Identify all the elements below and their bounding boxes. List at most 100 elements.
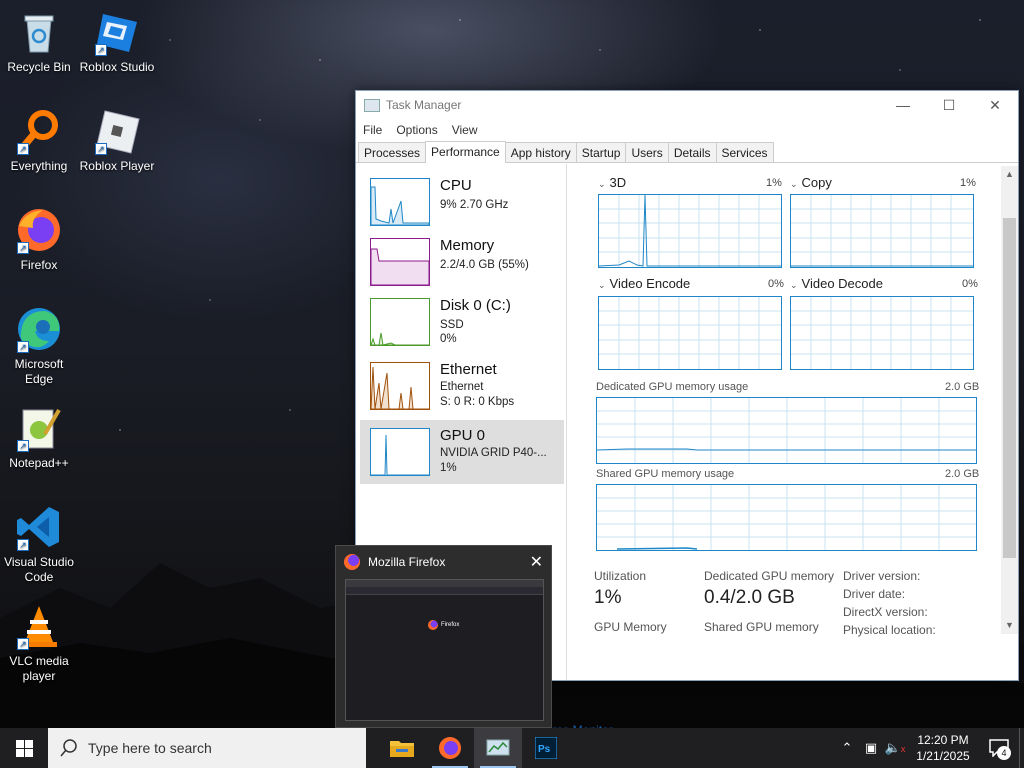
search-icon	[60, 739, 77, 757]
network-icon[interactable]: ▣	[859, 740, 883, 756]
vertical-scrollbar[interactable]: ▲ ▼	[1001, 166, 1018, 634]
menu-options[interactable]: Options	[396, 123, 437, 137]
dedicated-gpu-memory-value: 0.4/2.0 GB	[704, 587, 795, 608]
desktop-icon-label: Visual Studio Code	[4, 555, 74, 584]
tab-users[interactable]: Users	[625, 142, 669, 162]
search-placeholder: Type here to search	[88, 740, 212, 756]
resource-detail: S: 0 R: 0 Kbps	[440, 396, 515, 408]
tab-processes[interactable]: Processes	[358, 142, 427, 162]
preview-page-logo: Firefox	[428, 620, 459, 630]
menu-view[interactable]: View	[452, 123, 478, 137]
window-title: Task Manager	[386, 98, 462, 112]
tab-performance[interactable]: Performance	[425, 141, 506, 163]
engine-copy-graph	[790, 194, 974, 268]
preview-page-text: Firefox	[441, 622, 460, 628]
shared-memory-max: 2.0 GB	[945, 468, 980, 480]
desktop-icon-label: Microsoft Edge	[14, 357, 64, 386]
firefox-icon	[428, 620, 438, 630]
volume-muted-icon[interactable]: 🔈x	[883, 740, 907, 756]
recycle-bin-icon	[15, 8, 63, 56]
engine-3d-percent: 1%	[766, 177, 782, 189]
cpu-thumbnail-graph	[370, 178, 430, 226]
engine-video-encode-percent: 0%	[768, 278, 784, 290]
desktop-icon-vlc[interactable]: ↗ VLC media player	[1, 602, 77, 684]
close-preview-icon[interactable]: ✕	[530, 552, 543, 572]
desktop-icon-edge[interactable]: ↗ Microsoft Edge	[1, 305, 77, 387]
task-manager-icon	[364, 98, 380, 112]
physical-location-label: Physical location:	[843, 623, 936, 637]
ethernet-thumbnail-graph	[370, 362, 430, 410]
resource-item-disk[interactable]: Disk 0 (C:) SSD 0%	[360, 290, 564, 354]
clock-time: 12:20 PM	[917, 733, 969, 747]
resource-detail: 1%	[440, 462, 457, 474]
vlc-icon: ↗	[15, 602, 63, 650]
tab-services[interactable]: Services	[715, 142, 774, 162]
taskbar-photoshop[interactable]: Ps	[522, 728, 570, 768]
disk-thumbnail-graph	[370, 298, 430, 346]
engine-3d-dropdown[interactable]: ⌄ 3D	[598, 175, 626, 190]
notification-count-badge: 4	[997, 746, 1011, 760]
title-bar[interactable]: Task Manager — ☐ ✕	[356, 91, 1018, 119]
shortcut-arrow-icon: ↗	[17, 143, 29, 155]
task-manager-icon	[486, 739, 510, 756]
desktop-icon-label: Roblox Studio	[79, 60, 155, 74]
tab-startup[interactable]: Startup	[575, 142, 627, 162]
resource-item-gpu[interactable]: GPU 0 NVIDIA GRID P40-... 1%	[360, 420, 564, 484]
action-center-button[interactable]: 4	[979, 728, 1019, 768]
tab-details[interactable]: Details	[667, 142, 717, 162]
maximize-button[interactable]: ☐	[926, 91, 972, 119]
engine-copy-dropdown[interactable]: ⌄ Copy	[790, 175, 832, 190]
resource-name: Ethernet	[440, 361, 497, 378]
close-button[interactable]: ✕	[972, 91, 1018, 119]
utilization-label: Utilization	[594, 569, 647, 583]
taskbar-search-box[interactable]: Type here to search	[48, 728, 366, 768]
desktop-icon-everything[interactable]: ↗ Everything	[1, 107, 77, 174]
show-hidden-icons-chevron-icon[interactable]: ⌃	[835, 740, 859, 756]
taskbar-file-explorer[interactable]	[378, 728, 426, 768]
desktop-icon-notepadpp[interactable]: ↗ Notepad++	[1, 404, 77, 471]
desktop-icon-roblox-studio[interactable]: ↗ Roblox Studio	[79, 8, 155, 75]
shortcut-arrow-icon: ↗	[17, 638, 29, 650]
svg-text:Ps: Ps	[538, 744, 551, 755]
resource-name: Disk 0 (C:)	[440, 297, 511, 314]
taskbar-task-manager[interactable]	[474, 728, 522, 768]
resource-item-ethernet[interactable]: Ethernet Ethernet S: 0 R: 0 Kbps	[360, 354, 564, 418]
everything-search-icon: ↗	[15, 107, 63, 155]
dedicated-memory-graph	[596, 397, 977, 464]
clock[interactable]: 12:20 PM 1/21/2025	[907, 732, 979, 764]
preview-thumbnail[interactable]: Firefox	[345, 579, 544, 721]
resource-detail: 2.2/4.0 GB (55%)	[440, 259, 529, 271]
dedicated-memory-usage-label: Dedicated GPU memory usage	[596, 381, 749, 393]
minimize-button[interactable]: —	[880, 91, 926, 119]
desktop-icon-label: Recycle Bin	[7, 60, 71, 74]
dedicated-memory-max: 2.0 GB	[945, 381, 980, 393]
tab-app-history[interactable]: App history	[504, 142, 577, 162]
memory-thumbnail-graph	[370, 238, 430, 286]
scrollbar-thumb[interactable]	[1003, 218, 1016, 558]
photoshop-icon: Ps	[535, 737, 557, 759]
menu-bar: File Options View	[356, 119, 1018, 141]
firefox-taskbar-preview[interactable]: Mozilla Firefox ✕ Firefox	[335, 545, 552, 728]
show-desktop-button[interactable]	[1019, 728, 1024, 768]
engine-name: 3D	[609, 175, 627, 190]
scroll-up-arrow-icon[interactable]: ▲	[1001, 166, 1018, 183]
utilization-value: 1%	[594, 587, 622, 608]
gpu-memory-label: GPU Memory	[594, 620, 667, 634]
taskbar-firefox[interactable]	[426, 728, 474, 768]
firefox-icon	[439, 737, 461, 759]
engine-video-decode-dropdown[interactable]: ⌄ Video Decode	[790, 276, 883, 291]
desktop-icon-recycle-bin[interactable]: Recycle Bin	[1, 8, 77, 75]
desktop-icon-firefox[interactable]: ↗ Firefox	[1, 206, 77, 273]
scroll-down-arrow-icon[interactable]: ▼	[1001, 617, 1018, 634]
menu-file[interactable]: File	[363, 123, 382, 137]
shortcut-arrow-icon: ↗	[17, 341, 29, 353]
engine-3d-graph	[598, 194, 782, 268]
resource-item-memory[interactable]: Memory 2.2/4.0 GB (55%)	[360, 230, 564, 294]
desktop-icon-vscode[interactable]: ↗ Visual Studio Code	[1, 503, 77, 585]
engine-video-encode-dropdown[interactable]: ⌄ Video Encode	[598, 276, 690, 291]
desktop-icon-roblox-player[interactable]: ↗ Roblox Player	[79, 107, 155, 174]
start-button[interactable]	[0, 728, 48, 768]
preview-header: Mozilla Firefox ✕	[336, 546, 551, 578]
resource-item-cpu[interactable]: CPU 9% 2.70 GHz	[360, 170, 564, 234]
shortcut-arrow-icon: ↗	[17, 539, 29, 551]
